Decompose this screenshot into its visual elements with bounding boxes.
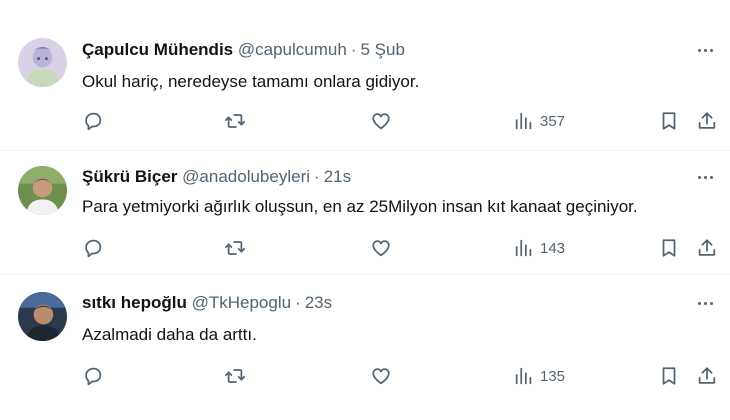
like-button[interactable] — [370, 108, 392, 134]
tweet-timestamp[interactable]: 21s — [324, 167, 351, 186]
bookmark-button[interactable] — [658, 108, 680, 134]
reply-button[interactable] — [82, 108, 104, 134]
bookmark-icon — [662, 367, 676, 385]
view-count: 357 — [540, 112, 566, 130]
separator-dot: · — [350, 40, 357, 59]
retweet-button[interactable] — [224, 108, 246, 134]
tweet-header: Şükrü Biçer @anadolubeyleri · 21s — [82, 167, 351, 187]
tweet-actions: 357 — [0, 108, 730, 134]
share-button[interactable] — [696, 108, 718, 134]
retweet-button[interactable] — [224, 235, 246, 261]
tweet-header: Çapulcu Mühendis @capulcumuh · 5 Şub — [82, 40, 405, 60]
tweet-timestamp[interactable]: 23s — [305, 293, 332, 312]
heart-icon — [372, 240, 390, 257]
tweet-text: Para yetmiyorki ağırlık oluşsun, en az 2… — [82, 197, 638, 216]
reply-button[interactable] — [82, 235, 104, 261]
more-options-icon[interactable] — [694, 293, 716, 313]
reply-icon — [85, 239, 102, 258]
avatar[interactable] — [18, 38, 67, 87]
reply-feed: Çapulcu Mühendis @capulcumuh · 5 Şub Okul … — [0, 0, 730, 420]
share-button[interactable] — [696, 363, 718, 389]
views-chart-icon — [515, 239, 532, 257]
tweet-text: Azalmadi daha da arttı. — [82, 325, 257, 344]
like-button[interactable] — [370, 363, 392, 389]
views-button[interactable]: 135 — [513, 363, 565, 389]
tweet-header: sıtkı hepoğlu @TkHepoglu · 23s — [82, 293, 332, 313]
avatar[interactable] — [18, 292, 67, 341]
share-button[interactable] — [696, 235, 718, 261]
tweet-item[interactable]: Şükrü Biçer @anadolubeyleri · 21s Para yet… — [0, 151, 730, 273]
retweet-icon — [224, 369, 246, 383]
retweet-button[interactable] — [224, 363, 246, 389]
author-handle[interactable]: @anadolubeyleri — [182, 167, 310, 186]
reply-button[interactable] — [82, 363, 104, 389]
more-options-icon[interactable] — [694, 40, 716, 60]
author-name[interactable]: Çapulcu Mühendis — [82, 40, 233, 59]
bookmark-button[interactable] — [658, 363, 680, 389]
separator-dot: · — [314, 167, 320, 186]
retweet-icon — [224, 241, 246, 255]
bookmark-icon — [662, 239, 676, 257]
reply-icon — [85, 112, 102, 131]
view-count: 135 — [540, 367, 566, 385]
bookmark-icon — [662, 112, 676, 130]
reply-icon — [85, 367, 102, 386]
tweet-timestamp[interactable]: 5 Şub — [360, 40, 404, 59]
author-handle[interactable]: @TkHepoglu — [192, 293, 291, 312]
heart-icon — [372, 113, 390, 130]
tweet-item[interactable]: Çapulcu Mühendis @capulcumuh · 5 Şub Okul … — [0, 0, 730, 150]
retweet-icon — [224, 114, 246, 128]
more-options-icon[interactable] — [694, 167, 716, 187]
views-chart-icon — [515, 112, 532, 130]
author-name[interactable]: Şükrü Biçer — [82, 167, 177, 186]
share-icon — [698, 239, 716, 256]
tweet-actions: 135 — [0, 363, 730, 389]
tweet-actions: 143 — [0, 235, 730, 261]
view-count: 143 — [540, 239, 566, 257]
share-icon — [698, 112, 716, 129]
tweet-item[interactable]: sıtkı hepoğlu @TkHepoglu · 23s Azalmadi da… — [0, 275, 730, 420]
like-button[interactable] — [370, 235, 392, 261]
author-handle[interactable]: @capulcumuh — [238, 40, 347, 59]
author-name[interactable]: sıtkı hepoğlu — [82, 293, 187, 312]
views-chart-icon — [515, 367, 532, 385]
views-button[interactable]: 143 — [513, 235, 565, 261]
views-button[interactable]: 357 — [513, 108, 565, 134]
avatar[interactable] — [18, 166, 67, 215]
separator-dot: · — [295, 293, 301, 312]
heart-icon — [372, 368, 390, 385]
bookmark-button[interactable] — [658, 235, 680, 261]
share-icon — [698, 367, 716, 384]
tweet-text: Okul hariç, neredeyse tamamı onlara gidi… — [82, 72, 420, 91]
